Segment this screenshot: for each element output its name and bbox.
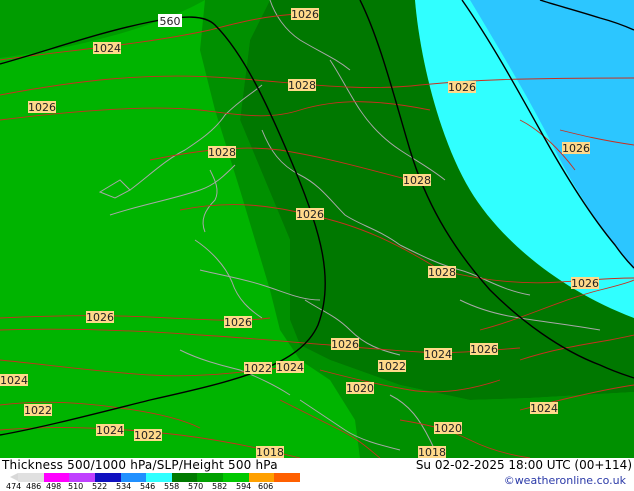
isobar-label: 1022 xyxy=(134,429,162,442)
legend-swatch xyxy=(43,473,70,482)
isobar-label: 1024 xyxy=(276,361,304,374)
svg-text:1028: 1028 xyxy=(428,266,456,279)
isobar-label: 1026 xyxy=(291,8,319,21)
isobar-label: 1024 xyxy=(0,374,28,387)
svg-text:1028: 1028 xyxy=(403,174,431,187)
svg-text:1020: 1020 xyxy=(346,382,374,395)
isobar-label: 1026 xyxy=(296,208,324,221)
isobar-label: 1028 xyxy=(428,266,456,279)
legend-swatch xyxy=(146,473,172,482)
isobar-label: 1020 xyxy=(434,422,462,435)
legend-swatch xyxy=(248,473,275,482)
isobar-label: 1028 xyxy=(403,174,431,187)
isobar-label: 1026 xyxy=(86,311,114,324)
svg-text:1026: 1026 xyxy=(296,208,324,221)
svg-text:1024: 1024 xyxy=(424,348,452,361)
height-contour-label: 560 xyxy=(158,14,182,28)
isobar-label: 1026 xyxy=(28,101,56,114)
svg-text:1024: 1024 xyxy=(93,42,121,55)
legend-swatch xyxy=(18,473,44,482)
svg-text:1022: 1022 xyxy=(244,362,272,375)
svg-text:1022: 1022 xyxy=(134,429,162,442)
svg-text:1026: 1026 xyxy=(331,338,359,351)
legend-swatch xyxy=(274,473,301,482)
svg-text:1028: 1028 xyxy=(288,79,316,92)
weather-map: 560 1026 1024 1026 1028 1026 1028 1026 1028 1026… xyxy=(0,0,634,458)
isobar-label: 1024 xyxy=(424,348,452,361)
svg-text:1022: 1022 xyxy=(24,404,52,417)
isobar-label: 1026 xyxy=(470,343,498,356)
legend-arrow xyxy=(10,473,18,481)
svg-text:1022: 1022 xyxy=(378,360,406,373)
isobar-label: 1018 xyxy=(256,446,284,458)
credit-link[interactable]: ©weatheronline.co.uk xyxy=(504,474,626,487)
isobar-label: 1026 xyxy=(331,338,359,351)
svg-text:1026: 1026 xyxy=(562,142,590,155)
isobar-label: 1026 xyxy=(224,316,252,329)
svg-text:1026: 1026 xyxy=(224,316,252,329)
map-title: Thickness 500/1000 hPa/SLP/Height 500 hP… xyxy=(2,458,278,472)
legend-swatch xyxy=(171,473,198,482)
svg-text:1020: 1020 xyxy=(434,422,462,435)
isobar-label: 1024 xyxy=(93,42,121,55)
map-footer: Thickness 500/1000 hPa/SLP/Height 500 hP… xyxy=(0,458,634,491)
isobar-label: 1024 xyxy=(530,402,558,415)
legend-swatch xyxy=(197,473,224,482)
svg-text:1026: 1026 xyxy=(448,81,476,94)
svg-text:1028: 1028 xyxy=(208,146,236,159)
isobar-label: 1028 xyxy=(208,146,236,159)
svg-text:1026: 1026 xyxy=(28,101,56,114)
legend-color-scale xyxy=(18,473,301,482)
isobar-label: 1022 xyxy=(378,360,406,373)
isobar-label: 1026 xyxy=(571,277,599,290)
legend-swatch xyxy=(69,473,95,482)
isobar-label: 1020 xyxy=(346,382,374,395)
legend-swatch xyxy=(94,473,121,482)
svg-text:1018: 1018 xyxy=(256,446,284,458)
svg-text:1018: 1018 xyxy=(418,446,446,458)
svg-text:1026: 1026 xyxy=(571,277,599,290)
isobar-label: 1018 xyxy=(418,446,446,458)
svg-text:1024: 1024 xyxy=(530,402,558,415)
svg-text:1026: 1026 xyxy=(86,311,114,324)
svg-text:1026: 1026 xyxy=(470,343,498,356)
legend-swatch xyxy=(120,473,147,482)
svg-text:1024: 1024 xyxy=(96,424,124,437)
isobar-label: 1028 xyxy=(288,79,316,92)
map-canvas: 560 1026 1024 1026 1028 1026 1028 1026 1028 1026… xyxy=(0,0,634,458)
forecast-datetime: Su 02-02-2025 18:00 UTC (00+114) xyxy=(415,458,632,472)
isobar-label: 1022 xyxy=(244,362,272,375)
isobar-label: 1022 xyxy=(24,404,52,417)
svg-text:1024: 1024 xyxy=(276,361,304,374)
svg-text:560: 560 xyxy=(160,15,181,28)
svg-text:1024: 1024 xyxy=(0,374,28,387)
isobar-label: 1026 xyxy=(448,81,476,94)
svg-text:1026: 1026 xyxy=(291,8,319,21)
isobar-label: 1024 xyxy=(96,424,124,437)
legend-swatch xyxy=(223,473,249,482)
isobar-label: 1026 xyxy=(562,142,590,155)
